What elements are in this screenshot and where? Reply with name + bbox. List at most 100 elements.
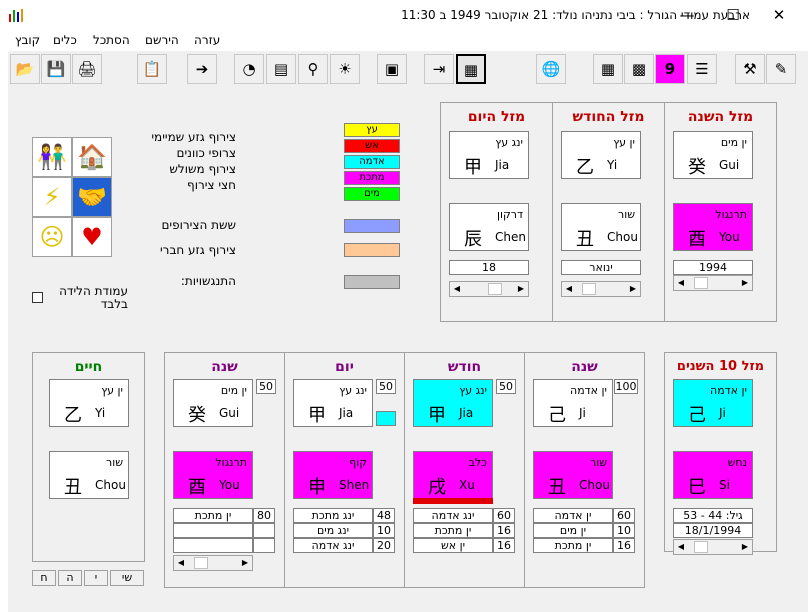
- row-value: 16: [613, 538, 635, 553]
- menu-file[interactable]: קובץ: [15, 33, 40, 47]
- handshake-icon[interactable]: 🤝: [72, 177, 112, 217]
- minimize-button[interactable]: —: [664, 0, 710, 31]
- export-icon[interactable]: ⇥: [424, 54, 454, 84]
- bulb-icon[interactable]: ☀: [330, 54, 360, 84]
- life-stem[interactable]: ין עץ 乙 Yi: [49, 379, 129, 427]
- pillar-month-branch[interactable]: כלב 戌 Xu: [413, 451, 493, 499]
- legend-friend: צירוף גזע חברי: [160, 243, 236, 257]
- app-icon: [8, 8, 24, 22]
- stem-pinyin: Jia: [339, 406, 354, 420]
- grid-icon[interactable]: ▦: [593, 54, 623, 84]
- only-birth-checkbox[interactable]: [32, 292, 43, 303]
- list-icon[interactable]: ☰: [687, 54, 717, 84]
- pillar-day-stem[interactable]: ינג עץ 甲 Jia: [293, 379, 373, 427]
- stem-name: ין אדמה: [570, 384, 607, 397]
- stem-char: 癸: [188, 405, 206, 426]
- decade-scrollbar[interactable]: ◀ ▶: [673, 539, 753, 555]
- year-current-stem[interactable]: ין מים 癸 Gui: [673, 131, 753, 179]
- decade-branch[interactable]: נחש 巳 Si: [673, 451, 753, 499]
- couple-icon[interactable]: 👫: [32, 137, 72, 177]
- life-branch[interactable]: שור 丑 Chou: [49, 451, 129, 499]
- menu-heritage[interactable]: הירשם: [145, 33, 179, 47]
- maximize-button[interactable]: ☐: [710, 0, 756, 31]
- row-value: 20: [373, 538, 395, 553]
- client-area: 👫 🏠 ⚡ 🤝 ☹ ♥ עמודת הלידה בלבד צירוף גזע ש…: [8, 85, 808, 612]
- pie-chart-icon[interactable]: ◔: [234, 54, 264, 84]
- branch-pinyin: You: [719, 230, 740, 244]
- left-strip: [0, 0, 8, 612]
- menu-look[interactable]: הסתכל: [93, 33, 130, 47]
- heart-icon[interactable]: ♥: [72, 217, 112, 257]
- globe-icon[interactable]: 🌐: [536, 54, 566, 84]
- legend-celestial: צירוף גזע שמיימי: [151, 130, 236, 144]
- house-icon[interactable]: 🏠: [72, 137, 112, 177]
- menu-tools[interactable]: כלים: [53, 33, 77, 47]
- print-icon[interactable]: 🖨: [72, 54, 102, 84]
- pillar-hour-branch[interactable]: שור 丑 Chou: [533, 451, 613, 499]
- month-current-stem[interactable]: ין עץ 乙 Yi: [561, 131, 641, 179]
- month-current-branch[interactable]: שור 丑 Chou: [561, 203, 641, 251]
- stem-char: 乙: [64, 405, 82, 426]
- book-pen-icon[interactable]: ✎: [766, 54, 796, 84]
- tab-day[interactable]: ה: [58, 570, 82, 586]
- panel-today: מזל היום ינג עץ 甲 Jia דרקון 辰 Chen 18 ◀ ▶: [440, 102, 553, 322]
- stem-name: ינג עץ: [495, 136, 523, 149]
- sad-face-icon[interactable]: ☹: [32, 217, 72, 257]
- month-current-scrollbar[interactable]: ◀ ▶: [561, 281, 641, 297]
- today-stem[interactable]: ינג עץ 甲 Jia: [449, 131, 529, 179]
- save-icon[interactable]: 💾: [41, 54, 71, 84]
- pillar-day-branch[interactable]: קוף 申 Shen: [293, 451, 373, 499]
- stem-pinyin: Gui: [719, 158, 740, 172]
- row-value: 10: [373, 523, 395, 538]
- pillar-year: שנה ין מים 癸 Gui 50 תרנגול 酉 You ין מתכת…: [164, 352, 285, 588]
- today-value: 18: [449, 260, 529, 275]
- window-title: ארבעת עמודי הגורל : ביבי נתניהו נולד: 21…: [401, 8, 750, 22]
- pillar-year-scrollbar[interactable]: ◀ ▶: [173, 555, 253, 571]
- close-button[interactable]: ✕: [756, 0, 802, 31]
- open-folder-icon[interactable]: 📂: [10, 54, 40, 84]
- tab-year[interactable]: שי: [110, 570, 144, 586]
- row-value: 10: [613, 523, 635, 538]
- year-current-scrollbar[interactable]: ◀ ▶: [673, 275, 753, 291]
- nine-icon[interactable]: 9: [655, 54, 685, 84]
- row-label: ין מים: [533, 523, 613, 538]
- branch-pinyin: Chou: [607, 230, 638, 244]
- today-branch[interactable]: דרקון 辰 Chen: [449, 203, 529, 251]
- tab-month[interactable]: י: [84, 570, 108, 586]
- today-scrollbar[interactable]: ◀ ▶: [449, 281, 529, 297]
- tab-hour[interactable]: ח: [32, 570, 56, 586]
- row-label: ין אש: [413, 538, 493, 553]
- pillar-year-num: 50: [256, 379, 276, 394]
- month-current-title: מזל החודש: [572, 109, 645, 125]
- presentation-icon[interactable]: ▦: [456, 54, 486, 84]
- pillar-year-branch[interactable]: תרנגול 酉 You: [173, 451, 253, 499]
- branch-name: נחש: [727, 456, 747, 469]
- element-metal: מתכת: [344, 171, 400, 185]
- pillar-month-stem[interactable]: ינג עץ 甲 Jia: [413, 379, 493, 427]
- pillar-year-stem[interactable]: ין מים 癸 Gui: [173, 379, 253, 427]
- row-label: ינג מתכת: [293, 508, 373, 523]
- row-label: ין מתכת: [533, 538, 613, 553]
- pillar-hour-stem[interactable]: ין אדמה 己 Ji: [533, 379, 613, 427]
- row-label: ין אדמה: [533, 508, 613, 523]
- pillar-day-title: יום: [335, 359, 354, 375]
- lightning-icon[interactable]: ⚡: [32, 177, 72, 217]
- stem-char: 己: [548, 405, 566, 426]
- stem-pinyin: Yi: [95, 406, 106, 420]
- year-current-branch[interactable]: תרנגול 酉 You: [673, 203, 753, 251]
- calendar-grid-icon[interactable]: ▩: [624, 54, 654, 84]
- book-icon[interactable]: ▣: [377, 54, 407, 84]
- menu-help[interactable]: עזרה: [194, 33, 220, 47]
- branch-char: 申: [308, 477, 326, 498]
- tools-icon[interactable]: ⚒: [735, 54, 765, 84]
- bar-chart-icon[interactable]: ▤: [266, 54, 296, 84]
- form-icon[interactable]: 📋: [137, 54, 167, 84]
- decade-stem[interactable]: ין אדמה 己 Ji: [673, 379, 753, 427]
- branch-name: שור: [590, 456, 607, 469]
- month-current-value: ינואר: [561, 260, 641, 275]
- magnifier-icon[interactable]: ⚲: [298, 54, 328, 84]
- arrow-right-icon[interactable]: ➔: [187, 54, 217, 84]
- row-value: 80: [253, 508, 275, 523]
- row-value: [253, 538, 275, 553]
- year-current-title: מזל השנה: [687, 109, 754, 125]
